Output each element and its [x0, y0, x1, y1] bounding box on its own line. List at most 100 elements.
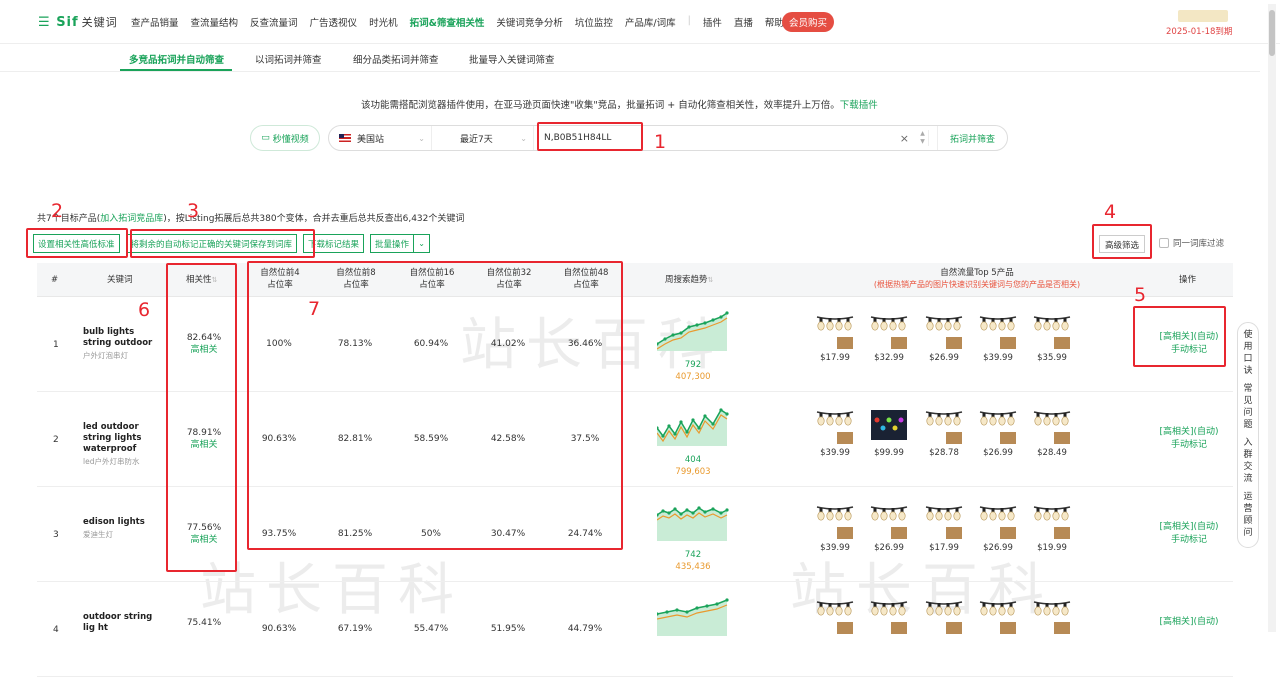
same-root-filter-checkbox[interactable]: 同一词库过滤: [1159, 237, 1224, 249]
us-flag-icon: [339, 134, 351, 142]
auto-mark-label[interactable]: [高相关](自动): [1147, 521, 1231, 534]
product-thumbnail[interactable]: $17.99: [921, 501, 967, 553]
trend-chart[interactable]: [655, 311, 731, 351]
sub-tabs: 多竞品拓词并自动筛查 以词拓词并筛查 细分品类拓词并筛查 批量导入关键词筛查: [0, 44, 1260, 72]
nav-item[interactable]: 查产品销量: [131, 15, 179, 29]
side-help-widget[interactable]: 使用口诀常见问题入群交流运营顾问: [1237, 322, 1259, 548]
product-image[interactable]: [924, 596, 964, 636]
checkbox-icon[interactable]: [1159, 238, 1169, 248]
annotation-3: 3: [187, 200, 200, 222]
product-image[interactable]: [815, 501, 855, 541]
side-widget-item[interactable]: 使用口诀: [1243, 329, 1253, 377]
product-thumbnail[interactable]: $26.99: [866, 501, 912, 553]
nav-item[interactable]: 产品库/词库: [625, 15, 676, 29]
nav-item[interactable]: 反查流量词: [250, 15, 298, 29]
product-image[interactable]: [924, 406, 964, 446]
download-plugin-link[interactable]: 下载插件: [840, 100, 878, 111]
trend-chart[interactable]: [655, 596, 731, 636]
site-select[interactable]: 美国站 ⌄: [329, 126, 432, 150]
bulk-ops-dropdown[interactable]: 批量操作 ⌄: [370, 234, 431, 253]
product-image[interactable]: [815, 311, 855, 351]
keyword-text[interactable]: bulb lights string outdoor: [83, 327, 163, 349]
keyword-text[interactable]: led outdoor string lights waterproof: [83, 422, 163, 455]
product-thumbnail[interactable]: $28.49: [1029, 406, 1075, 458]
product-image[interactable]: [978, 406, 1018, 446]
product-thumbnail[interactable]: $35.99: [1029, 311, 1075, 363]
col-trend[interactable]: 周搜索趋势⇅: [665, 274, 713, 286]
product-image[interactable]: [924, 311, 964, 351]
clear-icon[interactable]: ×: [900, 132, 909, 145]
product-thumbnail[interactable]: $26.99: [921, 311, 967, 363]
trend-chart[interactable]: [655, 501, 731, 541]
product-image[interactable]: [924, 501, 964, 541]
product-thumbnail[interactable]: $28.78: [921, 406, 967, 458]
nav-item[interactable]: 拓词&筛查相关性: [410, 15, 485, 29]
period-select[interactable]: 最近7天 ⌄: [432, 126, 534, 150]
product-image[interactable]: [869, 596, 909, 636]
product-image[interactable]: [978, 501, 1018, 541]
expand-and-filter-button[interactable]: 拓词并筛查: [937, 126, 1007, 150]
product-image[interactable]: [1032, 596, 1072, 636]
product-image[interactable]: [869, 501, 909, 541]
manual-mark-link[interactable]: 手动标记: [1147, 439, 1231, 452]
tab-batch-import[interactable]: 批量导入关键词筛查: [469, 52, 555, 66]
product-thumbnail[interactable]: $39.99: [975, 311, 1021, 363]
product-image[interactable]: [978, 596, 1018, 636]
product-price: $39.99: [820, 448, 850, 458]
product-thumbnail[interactable]: $17.99: [812, 311, 858, 363]
side-widget-item[interactable]: 常见问题: [1243, 383, 1253, 431]
nav-item[interactable]: 广告透视仪: [310, 15, 358, 29]
product-thumbnail[interactable]: $26.99: [975, 406, 1021, 458]
trend-sparkline: [655, 311, 729, 351]
logo[interactable]: ☰ Sif 关键词: [38, 14, 118, 30]
side-widget-item[interactable]: 运营顾问: [1243, 491, 1253, 539]
product-image[interactable]: [815, 596, 855, 636]
product-thumbnail[interactable]: $39.99: [812, 406, 858, 458]
nav-item[interactable]: 关键词竞争分析: [496, 15, 563, 29]
highlight-box-save: [130, 229, 315, 258]
nav-item[interactable]: 帮助: [765, 15, 784, 29]
product-thumbnail[interactable]: $32.99: [866, 311, 912, 363]
tab-keyword-expand[interactable]: 以词拓词并筛查: [255, 52, 322, 66]
rank-rate-p32: 51.95%: [490, 624, 526, 634]
manual-mark-link[interactable]: 手动标记: [1147, 534, 1231, 547]
scrollbar[interactable]: [1268, 4, 1276, 632]
product-image[interactable]: [869, 406, 909, 446]
video-button[interactable]: ▭ 秒懂视频: [250, 125, 320, 151]
product-image[interactable]: [978, 311, 1018, 351]
keyword-text[interactable]: edison lights: [83, 517, 163, 528]
chevron-down-icon[interactable]: ⌄: [414, 234, 431, 253]
bulk-ops-button[interactable]: 批量操作: [370, 234, 415, 253]
add-to-library-link[interactable]: 加入拓词竞品库: [100, 214, 163, 224]
expire-date: 2025-01-18到期: [1166, 27, 1233, 37]
input-stepper[interactable]: ▲ ▼: [917, 130, 929, 146]
product-thumbnail[interactable]: $99.99: [866, 406, 912, 458]
tab-multi-competitor[interactable]: 多竞品拓词并自动筛查: [129, 52, 224, 66]
product-thumbnail[interactable]: $39.99: [812, 501, 858, 553]
auto-mark-label[interactable]: [高相关](自动): [1147, 616, 1231, 629]
product-image[interactable]: [815, 406, 855, 446]
vip-purchase-button[interactable]: 会员购买: [782, 12, 835, 32]
product-price: $26.99: [983, 448, 1013, 458]
annotation-4: 4: [1104, 201, 1117, 223]
keyword-text[interactable]: outdoor string lig ht: [83, 612, 163, 634]
nav-item[interactable]: 坑位监控: [575, 15, 613, 29]
side-widget-item[interactable]: 入群交流: [1243, 437, 1253, 485]
trend-chart[interactable]: [655, 406, 731, 446]
product-image[interactable]: [869, 311, 909, 351]
product-image[interactable]: [1032, 311, 1072, 351]
nav-item[interactable]: 直播: [734, 15, 753, 29]
product-thumbnail[interactable]: $26.99: [975, 501, 1021, 553]
sort-icon[interactable]: ⇅: [708, 276, 714, 284]
feature-description: 该功能需搭配浏览器插件使用，在亚马逊页面快速"收集"竞品，批量拓词 + 自动化筛…: [361, 100, 878, 111]
product-image[interactable]: [1032, 406, 1072, 446]
nav-item[interactable]: 时光机: [369, 15, 398, 29]
nav-item[interactable]: 插件: [703, 15, 722, 29]
avatar[interactable]: [1178, 10, 1228, 22]
product-thumbnail[interactable]: $19.99: [1029, 501, 1075, 553]
tab-category-expand[interactable]: 细分品类拓词并筛查: [353, 52, 439, 66]
nav-item[interactable]: 查流量结构: [191, 15, 239, 29]
auto-mark-label[interactable]: [高相关](自动): [1147, 426, 1231, 439]
row-index: 3: [53, 530, 59, 540]
product-image[interactable]: [1032, 501, 1072, 541]
